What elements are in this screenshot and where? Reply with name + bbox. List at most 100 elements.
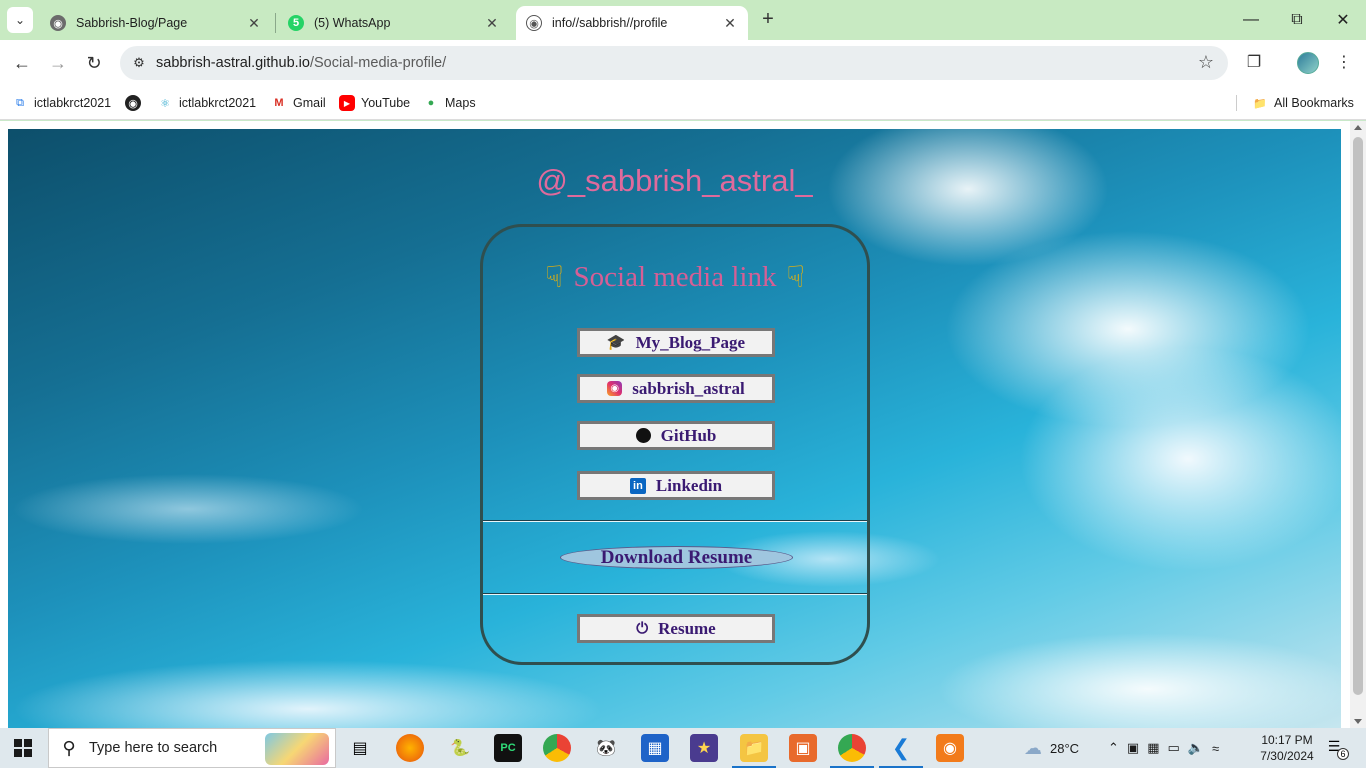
presentation-icon[interactable]: ▣ bbox=[789, 734, 817, 762]
python-icon[interactable]: 🐍 bbox=[446, 734, 474, 762]
download-resume-button[interactable]: Download Resume bbox=[560, 546, 793, 569]
social-links-card: ☟ Social media link ☟ 🎓 My_Blog_Page ◉ s… bbox=[480, 224, 870, 665]
bookmark-maps[interactable]: ● Maps bbox=[423, 93, 476, 113]
tab-strip: ⌄ ◉ Sabbrish-Blog/Page ✕ 5 (5) WhatsApp … bbox=[0, 0, 1366, 40]
profile-avatar[interactable] bbox=[1297, 52, 1319, 74]
section-heading: ☟ Social media link ☟ bbox=[483, 261, 867, 294]
bookmarks-bar: ⧉ ictlabkrct2021 ◉ ⚛ ictlabkrct2021 M Gm… bbox=[0, 86, 1366, 120]
maps-icon: ● bbox=[427, 97, 435, 109]
gmail-icon: M bbox=[274, 97, 284, 109]
meet-now-icon[interactable]: ▣ bbox=[1127, 740, 1139, 756]
battery-icon[interactable]: ▭ bbox=[1168, 740, 1180, 756]
weather-temp: 28°C bbox=[1050, 740, 1080, 756]
search-placeholder: Type here to search bbox=[89, 740, 218, 756]
bookmarks-divider bbox=[1236, 95, 1237, 111]
globe-icon: ◉ bbox=[125, 95, 141, 111]
bookmark-youtube[interactable]: ▶ YouTube bbox=[339, 93, 410, 113]
tab-title: Sabbrish-Blog/Page bbox=[76, 16, 188, 30]
pycharm-icon[interactable]: PC bbox=[494, 734, 522, 762]
forward-button[interactable]: → bbox=[46, 51, 70, 75]
panda-app-icon[interactable]: 🐼 bbox=[592, 734, 620, 762]
search-highlight-art bbox=[265, 733, 329, 765]
site-info-icon[interactable]: ⚙ bbox=[122, 55, 156, 71]
task-view-icon[interactable]: ▤ bbox=[346, 734, 374, 762]
extensions-icon[interactable]: ❐ bbox=[1242, 51, 1266, 75]
tab-separator bbox=[275, 13, 276, 33]
globe-icon: ◉ bbox=[526, 15, 542, 31]
all-bookmarks[interactable]: 📁 All Bookmarks bbox=[1252, 93, 1354, 113]
tab-title: (5) WhatsApp bbox=[314, 16, 391, 30]
volume-icon[interactable]: 🔈 bbox=[1188, 740, 1204, 756]
globe-icon: ◉ bbox=[50, 15, 66, 31]
divider bbox=[483, 520, 867, 522]
chrome-icon[interactable] bbox=[543, 734, 571, 762]
sky-background: @_sabbrish_astral_ ☟ Social media link ☟… bbox=[8, 129, 1341, 728]
instagram-link-button[interactable]: ◉ sabbrish_astral bbox=[577, 374, 775, 403]
close-icon[interactable]: ✕ bbox=[484, 15, 500, 32]
resume-button[interactable]: ⏻ Resume bbox=[577, 614, 775, 643]
tab-profile-active[interactable]: ◉ info//sabbrish//profile ✕ bbox=[516, 6, 748, 40]
button-label: sabbrish_astral bbox=[632, 378, 745, 398]
screen-recorder-icon[interactable]: ◉ bbox=[936, 734, 964, 762]
bookmark-ictlab-2[interactable]: ⚛ ictlabkrct2021 bbox=[157, 93, 256, 113]
clock[interactable]: 10:17 PM 7/30/2024 bbox=[1256, 732, 1318, 764]
url-host: sabbrish-astral.github.io bbox=[156, 55, 310, 71]
wifi-icon[interactable]: ≈ bbox=[1212, 741, 1219, 756]
notification-count: 6 bbox=[1337, 748, 1349, 760]
scrollbar-thumb[interactable] bbox=[1353, 137, 1363, 695]
blog-link-button[interactable]: 🎓 My_Blog_Page bbox=[577, 328, 775, 357]
all-bookmarks-label: All Bookmarks bbox=[1274, 96, 1354, 110]
bookmark-label: Maps bbox=[445, 96, 476, 110]
bookmark-label: YouTube bbox=[361, 96, 411, 110]
security-icon[interactable]: ▦ bbox=[1147, 740, 1159, 756]
bookmark-gmail[interactable]: M Gmail bbox=[271, 93, 326, 113]
new-tab-button[interactable]: + bbox=[756, 8, 780, 32]
menu-kebab-icon[interactable]: ⋮ bbox=[1332, 51, 1356, 75]
reload-button[interactable]: ↻ bbox=[82, 51, 106, 75]
close-icon[interactable]: ✕ bbox=[722, 15, 738, 32]
address-bar[interactable]: ⚙ sabbrish-astral.github.io/Social-media… bbox=[120, 46, 1228, 80]
tab-title: info//sabbrish//profile bbox=[552, 16, 668, 30]
student-icon: 🎓 bbox=[606, 335, 626, 351]
react-icon: ⚛ bbox=[160, 97, 170, 110]
pointing-down-icon: ☟ bbox=[786, 260, 805, 294]
page-scrollbar[interactable] bbox=[1350, 121, 1366, 728]
button-label: Resume bbox=[658, 618, 716, 638]
file-explorer-icon[interactable]: 📁 bbox=[732, 734, 776, 768]
restore-button[interactable]: ⧉ bbox=[1274, 0, 1320, 40]
scroll-up-icon[interactable] bbox=[1354, 125, 1362, 130]
weather-widget[interactable]: ☁ 28°C bbox=[1024, 728, 1079, 768]
windows-start-icon[interactable] bbox=[14, 739, 32, 757]
window-close-button[interactable]: ✕ bbox=[1320, 0, 1366, 40]
bookmark-label: Gmail bbox=[293, 96, 326, 110]
chevron-up-icon[interactable]: ⌃ bbox=[1108, 740, 1119, 756]
url-path: /Social-media-profile/ bbox=[309, 55, 447, 71]
minimize-button[interactable]: — bbox=[1228, 0, 1274, 40]
game-icon[interactable]: ★ bbox=[690, 734, 718, 762]
system-tray: ⌃ ▣ ▦ ▭ 🔈 ≈ bbox=[1108, 728, 1219, 768]
tab-blog[interactable]: ◉ Sabbrish-Blog/Page ✕ bbox=[40, 6, 272, 40]
vscode-icon[interactable]: ❮ bbox=[879, 734, 923, 768]
url-text: sabbrish-astral.github.io/Social-media-p… bbox=[156, 55, 446, 71]
scroll-down-icon[interactable] bbox=[1354, 719, 1362, 724]
tab-whatsapp[interactable]: 5 (5) WhatsApp ✕ bbox=[278, 6, 510, 40]
instagram-icon: ◉ bbox=[607, 381, 623, 396]
store-icon[interactable]: ▦ bbox=[641, 734, 669, 762]
divider bbox=[483, 593, 867, 595]
github-link-button[interactable]: GitHub bbox=[577, 421, 775, 450]
bookmark-globe[interactable]: ◉ bbox=[125, 93, 147, 113]
folder-icon: 📁 bbox=[1253, 97, 1267, 110]
linkedin-link-button[interactable]: in Linkedin bbox=[577, 471, 775, 500]
weather-cloud-icon: ☁ bbox=[1024, 737, 1042, 758]
section-title: Social media link bbox=[573, 261, 777, 293]
back-button[interactable]: ← bbox=[10, 51, 34, 75]
download-circle-icon: ⏻ bbox=[636, 620, 649, 637]
firefox-icon[interactable] bbox=[396, 734, 424, 762]
bookmark-ictlab-1[interactable]: ⧉ ictlabkrct2021 bbox=[12, 93, 111, 113]
chrome-active-icon[interactable] bbox=[830, 734, 874, 768]
tab-search-dropdown[interactable]: ⌄ bbox=[7, 7, 33, 33]
taskbar-search[interactable]: ⚲ Type here to search bbox=[48, 728, 336, 768]
close-icon[interactable]: ✕ bbox=[246, 15, 262, 32]
bookmark-star-icon[interactable]: ☆ bbox=[1198, 52, 1214, 73]
bookmark-label: ictlabkrct2021 bbox=[34, 96, 112, 110]
